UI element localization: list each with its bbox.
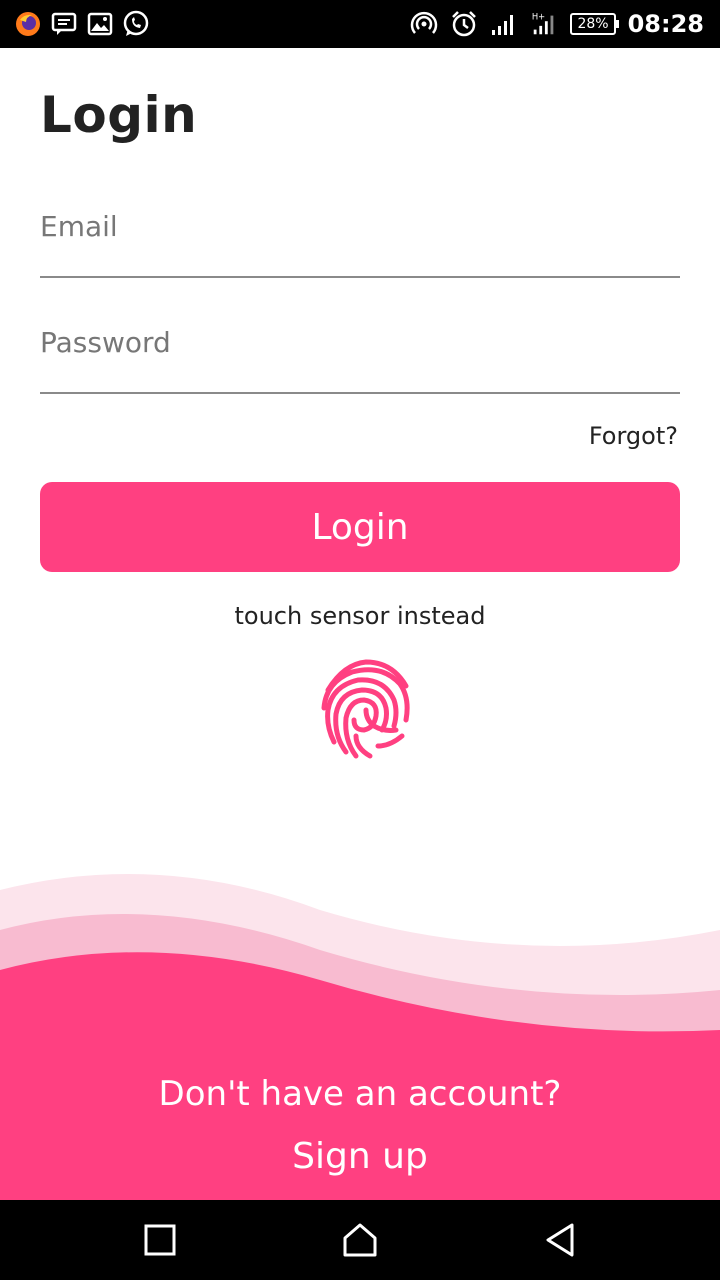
notification-icons [14,10,150,38]
signup-link[interactable]: Sign up [0,1136,720,1177]
message-icon [50,10,78,38]
email-field[interactable] [40,196,680,256]
firefox-icon [14,10,42,38]
alarm-icon [450,10,478,38]
home-button[interactable] [340,1220,380,1260]
touch-sensor-label: touch sensor instead [234,602,486,630]
email-field-container [40,196,680,278]
password-field-container [40,312,680,394]
back-button[interactable] [540,1220,580,1260]
clock: 08:28 [627,10,704,38]
forgot-password-link[interactable]: Forgot? [589,422,678,450]
whatsapp-icon [122,10,150,38]
signal-h-plus-icon: H+ [530,10,558,38]
password-field[interactable] [40,312,680,372]
image-icon [86,10,114,38]
fingerprint-icon[interactable] [318,656,414,760]
system-icons: H+ 28% 08:28 [410,0,704,48]
svg-text:H+: H+ [532,11,545,21]
battery-icon: 28% [570,13,619,35]
navigation-bar [0,1200,720,1280]
no-account-text: Don't have an account? [158,1074,562,1114]
signal-icon [490,10,518,38]
login-button[interactable]: Login [40,482,680,572]
status-bar: H+ 28% 08:28 [0,0,720,48]
hotspot-icon [410,10,438,38]
recents-button[interactable] [140,1220,180,1260]
page-title: Login [40,86,198,144]
